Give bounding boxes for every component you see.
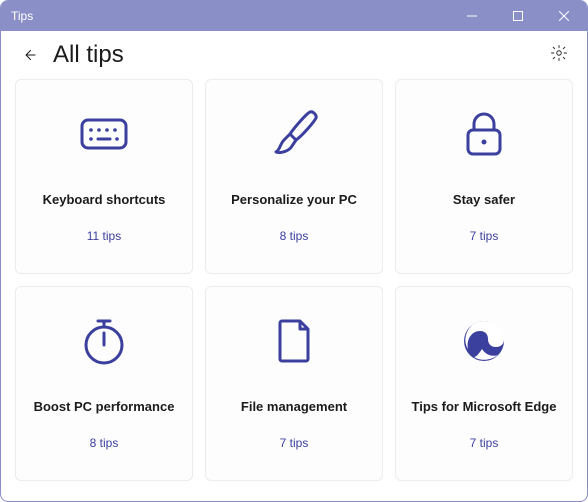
brush-icon	[266, 94, 322, 174]
tips-grid: Keyboard shortcuts 11 tips Personalize y…	[15, 79, 573, 481]
card-title: Tips for Microsoft Edge	[412, 399, 557, 414]
card-title: Personalize your PC	[231, 192, 357, 207]
card-title: Boost PC performance	[34, 399, 175, 414]
keyboard-icon	[76, 94, 132, 174]
minimize-button[interactable]	[449, 1, 495, 31]
gear-icon	[550, 44, 568, 67]
maximize-button[interactable]	[495, 1, 541, 31]
card-count: 7 tips	[280, 436, 309, 450]
card-microsoft-edge[interactable]: Tips for Microsoft Edge 7 tips	[395, 286, 573, 481]
stopwatch-icon	[76, 301, 132, 381]
card-count: 7 tips	[470, 229, 499, 243]
back-button[interactable]	[17, 43, 41, 67]
card-boost-performance[interactable]: Boost PC performance 8 tips	[15, 286, 193, 481]
card-file-management[interactable]: File management 7 tips	[205, 286, 383, 481]
card-personalize-pc[interactable]: Personalize your PC 8 tips	[205, 79, 383, 274]
edge-icon	[456, 301, 512, 381]
settings-button[interactable]	[547, 43, 571, 67]
card-title: Stay safer	[453, 192, 515, 207]
card-count: 11 tips	[87, 229, 121, 243]
card-count: 7 tips	[470, 436, 499, 450]
content: Keyboard shortcuts 11 tips Personalize y…	[1, 79, 587, 501]
card-stay-safer[interactable]: Stay safer 7 tips	[395, 79, 573, 274]
window-title: Tips	[11, 9, 449, 23]
card-title: Keyboard shortcuts	[43, 192, 166, 207]
card-count: 8 tips	[280, 229, 309, 243]
card-keyboard-shortcuts[interactable]: Keyboard shortcuts 11 tips	[15, 79, 193, 274]
header: All tips	[1, 31, 587, 79]
lock-icon	[456, 94, 512, 174]
titlebar: Tips	[1, 1, 587, 31]
card-title: File management	[241, 399, 347, 414]
file-icon	[266, 301, 322, 381]
close-button[interactable]	[541, 1, 587, 31]
card-count: 8 tips	[90, 436, 119, 450]
page-title: All tips	[53, 41, 547, 69]
